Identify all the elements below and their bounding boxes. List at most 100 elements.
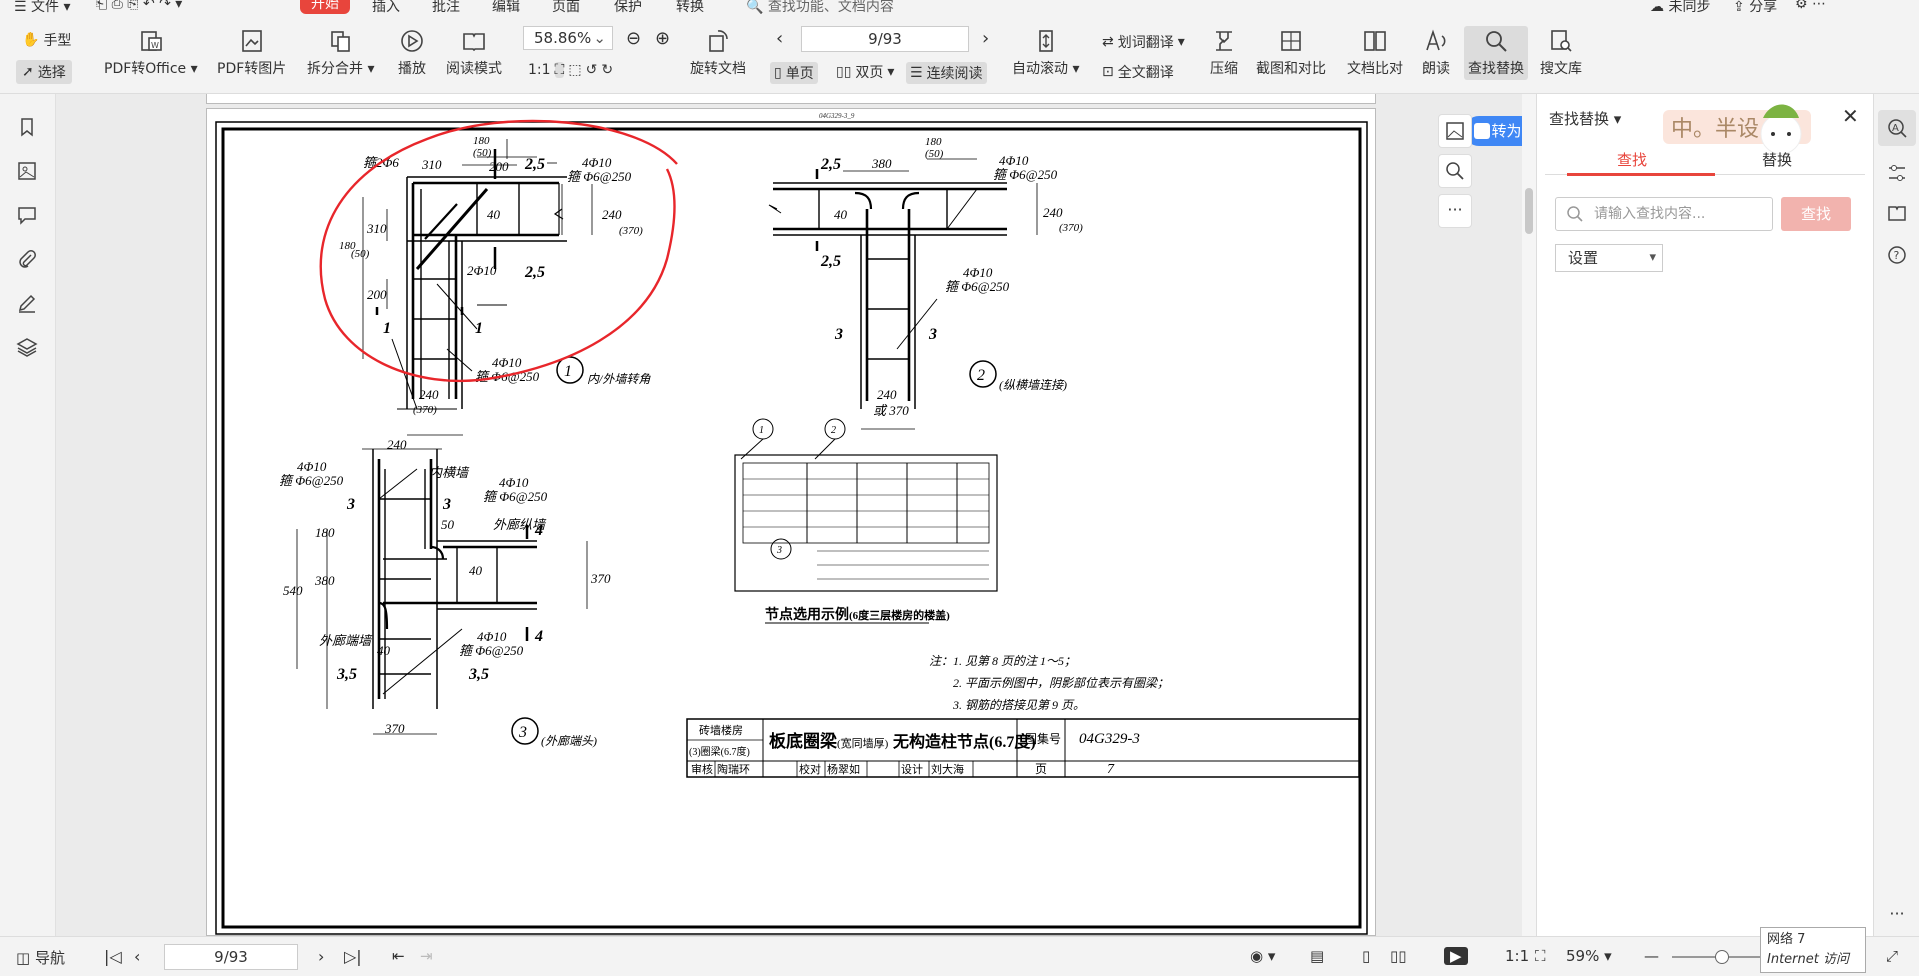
svg-text:3: 3 <box>834 326 843 343</box>
tab-annotate[interactable]: 批注 <box>432 0 460 14</box>
svg-text:设计: 设计 <box>901 763 923 776</box>
thumbnail-icon[interactable] <box>16 160 38 182</box>
double-view-icon[interactable]: ▯▯ <box>1390 947 1407 965</box>
more-options-icon[interactable]: ··· <box>1886 904 1908 926</box>
file-menu[interactable]: ☰ 文件 ▾ <box>14 0 71 14</box>
fullscreen-icon[interactable]: ⤢ <box>1886 947 1898 965</box>
scroll-thumb[interactable] <box>1525 188 1533 234</box>
fit-status-icon[interactable]: ⛶ <box>1535 947 1546 965</box>
view-tools[interactable]: 1:1 ⛶ ⬚ ↺ ↻ <box>528 62 613 78</box>
sync-status[interactable]: ☁ 未同步 <box>1650 0 1710 14</box>
vertical-scrollbar[interactable] <box>1522 94 1536 936</box>
play-button[interactable]: 播放 <box>398 28 426 78</box>
image-tool-button[interactable] <box>1438 114 1472 148</box>
auto-scroll-button[interactable]: 自动滚动 ▾ <box>1012 28 1079 78</box>
forward-icon[interactable]: ⇥ <box>420 947 433 965</box>
play-status-icon[interactable]: ▶ <box>1444 947 1468 965</box>
prev-page-icon[interactable]: ‹ <box>776 28 783 49</box>
tab-replace[interactable]: 替换 <box>1762 149 1792 170</box>
last-page-icon[interactable]: ▷| <box>344 947 362 966</box>
next-page-icon[interactable]: › <box>982 28 989 49</box>
actual-size-icon[interactable]: 1:1 <box>528 62 551 78</box>
settings-dropdown[interactable]: 设置 <box>1555 244 1663 272</box>
zoom-slider-knob[interactable] <box>1715 950 1729 964</box>
pdf-to-office-button[interactable]: W PDF转Office ▾ <box>104 28 198 78</box>
actual-size-status-icon[interactable]: 1:1 <box>1505 947 1529 965</box>
svg-text:箍 Φ6@250: 箍 Φ6@250 <box>459 643 524 658</box>
tab-start[interactable]: 开始 <box>300 0 350 14</box>
rotate-right-icon[interactable]: ↻ <box>601 62 613 78</box>
pdf-to-image-button[interactable]: PDF转图片 <box>217 28 286 78</box>
zoom-minus-icon[interactable]: — <box>1644 947 1659 965</box>
book-read-icon[interactable] <box>1886 202 1908 224</box>
comment-icon[interactable] <box>16 204 38 226</box>
svg-text:7: 7 <box>1107 762 1115 777</box>
page-number-input[interactable]: 9/93 <box>801 26 969 52</box>
share-button[interactable]: ⇪ 分享 <box>1733 0 1777 14</box>
read-mode-button[interactable]: 阅读模式 <box>446 28 502 78</box>
help-icon[interactable]: ? <box>1886 244 1908 266</box>
tab-protect[interactable]: 保护 <box>614 0 642 14</box>
split-merge-button[interactable]: 拆分合并 ▾ <box>307 28 374 78</box>
tab-find[interactable]: 查找 <box>1617 149 1647 170</box>
word-translate-button[interactable]: ⇄ 划词翻译 ▾ <box>1102 32 1185 52</box>
zoom-out-icon[interactable]: ⊖ <box>626 28 641 49</box>
single-view-icon[interactable]: ▯ <box>1362 947 1370 965</box>
back-icon[interactable]: ⇤ <box>392 947 405 965</box>
zoom-select[interactable]: 58.86% ⌄ <box>523 26 613 50</box>
svg-text:2,5: 2,5 <box>524 264 545 281</box>
next-page-status-icon[interactable]: › <box>318 947 324 966</box>
search-library-button[interactable]: 搜文库 <box>1540 28 1582 78</box>
first-page-icon[interactable]: |◁ <box>104 947 122 966</box>
plan-marker-3: 3 <box>776 545 782 556</box>
find-button[interactable]: 查找 <box>1781 197 1851 231</box>
nav-toggle[interactable]: ◫ 导航 <box>16 947 65 968</box>
eye-protect-icon[interactable]: ◉ ▾ <box>1250 947 1275 965</box>
find-tool-icon[interactable]: A <box>1886 117 1908 139</box>
magnifier-icon <box>1446 162 1464 180</box>
prev-page-status-icon[interactable]: ‹ <box>134 947 140 966</box>
quick-access-icons[interactable]: ⎗ ⎙ ⎘ ↶ ↷ ▾ <box>96 0 182 12</box>
continuous-read-button[interactable]: ☰ 连续阅读 <box>906 62 987 84</box>
full-translate-button[interactable]: ⊡ 全文翻译 <box>1102 62 1174 82</box>
hand-tool[interactable]: ✋ 手型 <box>22 30 71 50</box>
doc-compare-button[interactable]: 文档比对 <box>1347 28 1403 78</box>
pdf-page[interactable]: 04G329-3_9 箍2Φ6 310 180 (50) 200 2,5 4Φ1… <box>206 108 1376 936</box>
svg-text:(370): (370) <box>413 404 437 416</box>
layers-icon[interactable] <box>16 336 38 358</box>
svg-text:4Φ10: 4Φ10 <box>297 459 327 474</box>
svg-text:(370): (370) <box>1059 222 1083 234</box>
more-icon[interactable]: ··· <box>1438 194 1472 228</box>
close-icon[interactable]: ✕ <box>1842 104 1859 128</box>
settings-icon[interactable]: ⚙ ⋯ <box>1795 0 1826 12</box>
rotate-left-icon[interactable]: ↺ <box>586 62 598 78</box>
fit-width-icon[interactable]: ⬚ <box>568 62 581 78</box>
tab-convert[interactable]: 转换 <box>676 0 704 14</box>
single-page-button[interactable]: ▯ 单页 <box>770 62 818 84</box>
tab-insert[interactable]: 插入 <box>372 0 400 14</box>
screenshot-compare-button[interactable]: 截图和对比 <box>1256 28 1326 78</box>
find-input[interactable]: 请输入查找内容... <box>1555 197 1773 231</box>
command-search[interactable]: 🔍 查找功能、文档内容 <box>746 0 894 14</box>
zoom-status[interactable]: 59% ▾ <box>1566 947 1612 965</box>
double-page-button[interactable]: ▯▯ 双页 ▾ <box>836 62 894 82</box>
status-page-input[interactable]: 9/93 <box>164 944 298 970</box>
find-replace-button[interactable]: 查找替换 <box>1464 26 1528 80</box>
tab-page[interactable]: 页面 <box>552 0 580 14</box>
adjust-icon[interactable] <box>1886 162 1908 184</box>
select-tool[interactable]: ➚ 选择 <box>16 60 72 84</box>
svg-text:1: 1 <box>475 320 483 337</box>
attachment-icon[interactable] <box>16 248 38 270</box>
bookmark-icon[interactable] <box>16 116 38 138</box>
panel-title[interactable]: 查找替换 ▾ <box>1549 108 1621 129</box>
fit-page-icon[interactable]: ⛶ <box>554 62 565 78</box>
tab-edit[interactable]: 编辑 <box>492 0 520 14</box>
layout-icon[interactable]: ▤ <box>1310 947 1324 965</box>
svg-text:4Φ10: 4Φ10 <box>492 355 522 370</box>
zoom-tool-button[interactable] <box>1438 154 1472 188</box>
read-aloud-button[interactable]: 朗读 <box>1422 28 1450 78</box>
compress-button[interactable]: 压缩 <box>1210 28 1238 78</box>
rotate-doc-button[interactable]: 旋转文档 <box>690 28 746 78</box>
signature-icon[interactable] <box>16 292 38 314</box>
zoom-in-icon[interactable]: ⊕ <box>655 28 670 49</box>
